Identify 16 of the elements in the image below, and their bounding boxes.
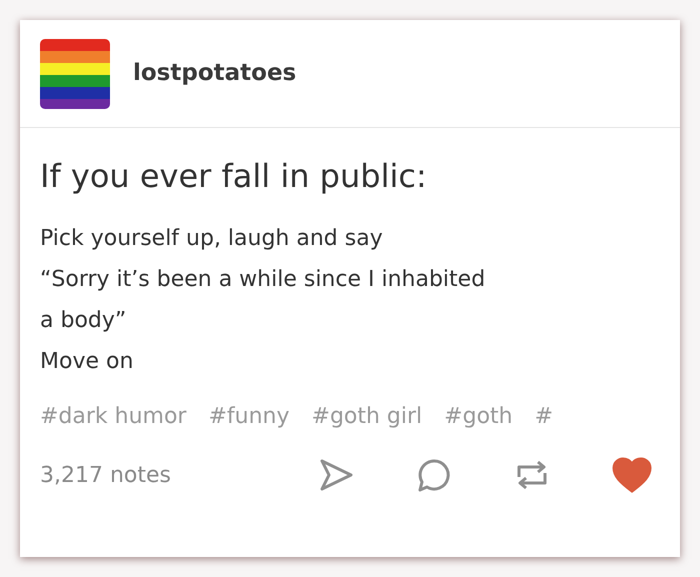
body-text-line: Pick yourself up, laugh and say — [40, 225, 384, 253]
share-arrow-icon[interactable] — [318, 457, 354, 493]
rainbow-flag-avatar-icon[interactable] — [40, 38, 110, 108]
tag-link[interactable]: #goth — [444, 400, 513, 433]
tag-link[interactable]: #goth girl — [312, 400, 422, 433]
heart-icon[interactable] — [612, 457, 652, 493]
body-text-line: “Sorry it’s been a while since I inhabited — [40, 266, 486, 294]
post-title: If you ever fall in public: — [40, 156, 428, 196]
comment-bubble-icon[interactable] — [416, 457, 452, 493]
tag-link[interactable]: #dark humor — [40, 400, 186, 433]
tag-link[interactable]: #funny — [208, 400, 290, 433]
tag-link[interactable]: # — [534, 400, 554, 433]
username[interactable]: lostpotatoes — [133, 56, 296, 91]
body-text-line: a body” — [40, 307, 128, 335]
body-text-line: Move on — [40, 348, 134, 376]
notes-count[interactable]: 3,217 notes — [40, 458, 172, 492]
